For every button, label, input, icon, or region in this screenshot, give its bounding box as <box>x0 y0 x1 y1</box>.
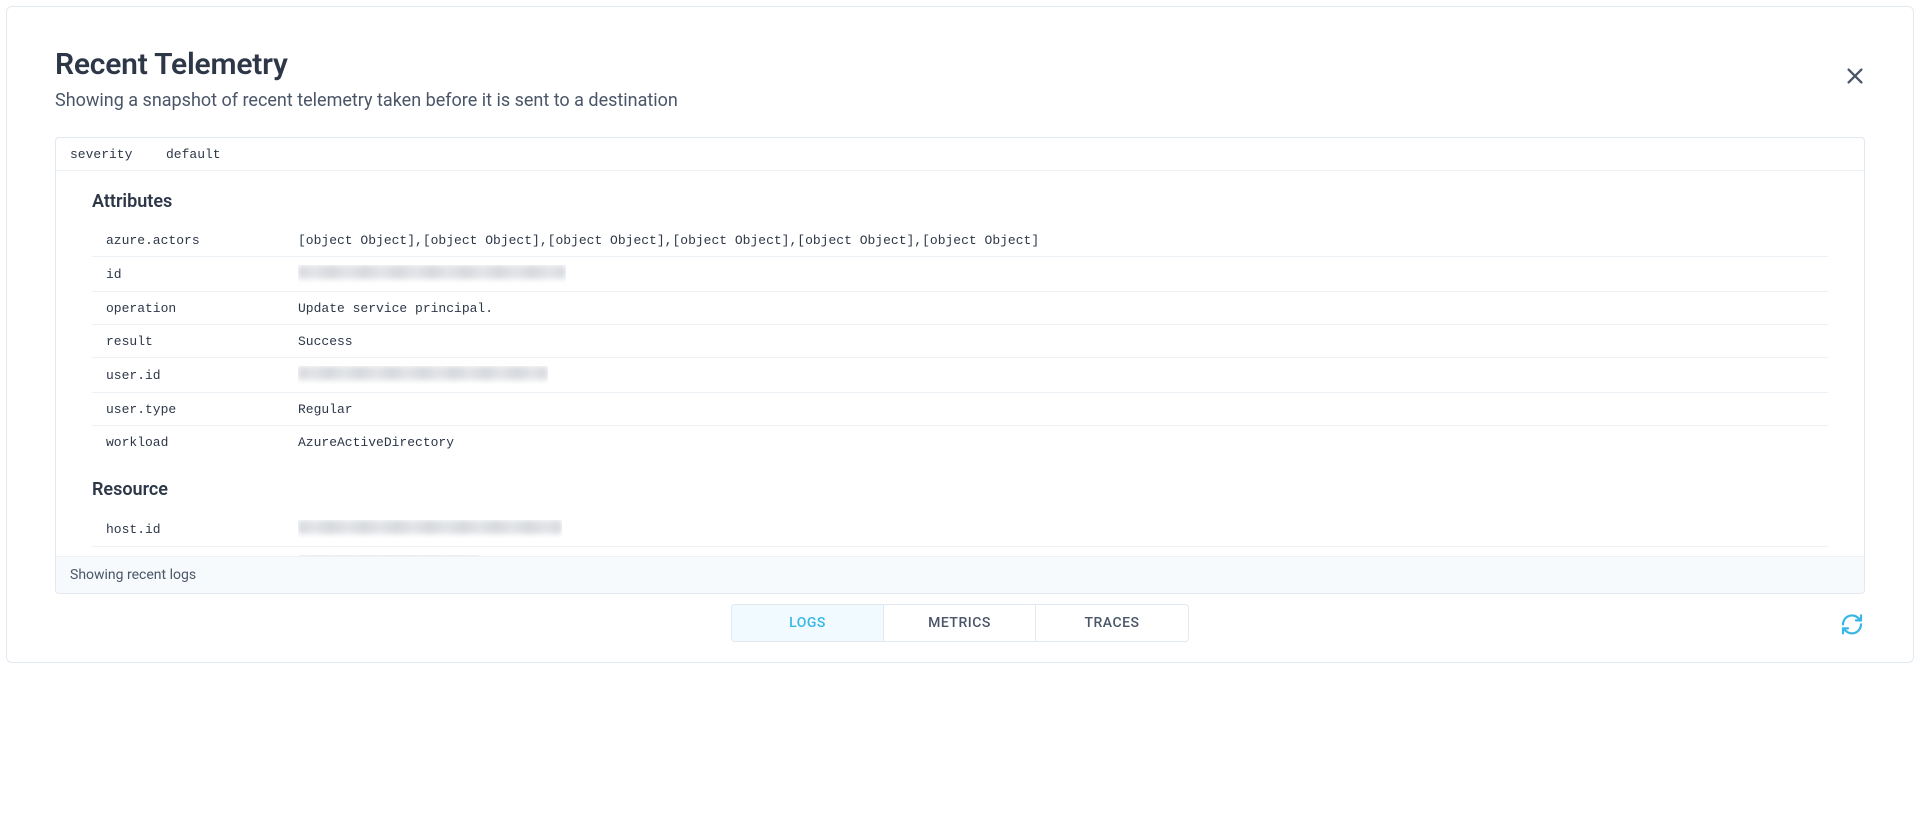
attribute-row: user.id <box>92 358 1828 393</box>
kv-value <box>298 520 562 538</box>
attribute-row: azure.actors[object Object],[object Obje… <box>92 224 1828 257</box>
close-button[interactable] <box>1841 63 1869 91</box>
kv-key: azure.actors <box>106 233 298 248</box>
kv-value: default <box>166 147 221 162</box>
footer-note: Showing recent logs <box>56 556 1864 593</box>
telemetry-panel: Recent Telemetry Showing a snapshot of r… <box>6 6 1914 663</box>
kv-key: host.id <box>106 522 298 537</box>
refresh-button[interactable] <box>1839 612 1865 638</box>
kv-value: Success <box>298 334 353 349</box>
tab-traces[interactable]: TRACES <box>1036 605 1188 641</box>
kv-key: operation <box>106 301 298 316</box>
kv-value <box>298 265 566 283</box>
page-title: Recent Telemetry <box>55 47 1865 82</box>
attribute-row: workloadAzureActiveDirectory <box>92 426 1828 459</box>
section-title-attributes: Attributes <box>92 171 1828 224</box>
resource-row: host.id <box>92 512 1828 547</box>
attribute-row: operationUpdate service principal. <box>92 292 1828 325</box>
telemetry-content: severity default Attributes azure.actors… <box>55 137 1865 594</box>
kv-key: user.type <box>106 402 298 417</box>
refresh-icon <box>1840 612 1864 639</box>
kv-value: Regular <box>298 402 353 417</box>
redacted-value <box>298 265 566 279</box>
redacted-value <box>298 366 548 380</box>
kv-value <box>298 366 548 384</box>
tabs-row: LOGS METRICS TRACES <box>7 594 1913 662</box>
scroll-area[interactable]: severity default Attributes azure.actors… <box>56 138 1864 556</box>
attributes-section: Attributes azure.actors[object Object],[… <box>92 171 1828 459</box>
kv-key: user.id <box>106 368 298 383</box>
kv-value: Update service principal. <box>298 301 493 316</box>
kv-value: AzureActiveDirectory <box>298 435 454 450</box>
redacted-value <box>298 555 480 556</box>
kv-row-severity: severity default <box>56 138 1864 171</box>
kv-value <box>298 555 480 556</box>
kv-key: id <box>106 267 298 282</box>
section-title-resource: Resource <box>92 459 1828 512</box>
redacted-value <box>298 520 562 534</box>
kv-key: severity <box>70 147 166 162</box>
page-subtitle: Showing a snapshot of recent telemetry t… <box>55 90 1865 111</box>
kv-key: workload <box>106 435 298 450</box>
tab-metrics[interactable]: METRICS <box>884 605 1036 641</box>
close-icon <box>1844 65 1866 90</box>
resource-row: host.name <box>92 547 1828 556</box>
attribute-row: user.typeRegular <box>92 393 1828 426</box>
panel-header: Recent Telemetry Showing a snapshot of r… <box>7 7 1913 123</box>
attribute-row: id <box>92 257 1828 292</box>
resource-section: Resource host.id host.name <box>92 459 1828 556</box>
telemetry-tabs: LOGS METRICS TRACES <box>731 604 1189 642</box>
kv-key: result <box>106 334 298 349</box>
attribute-row: resultSuccess <box>92 325 1828 358</box>
kv-value: [object Object],[object Object],[object … <box>298 233 1039 248</box>
tab-logs[interactable]: LOGS <box>732 605 884 641</box>
